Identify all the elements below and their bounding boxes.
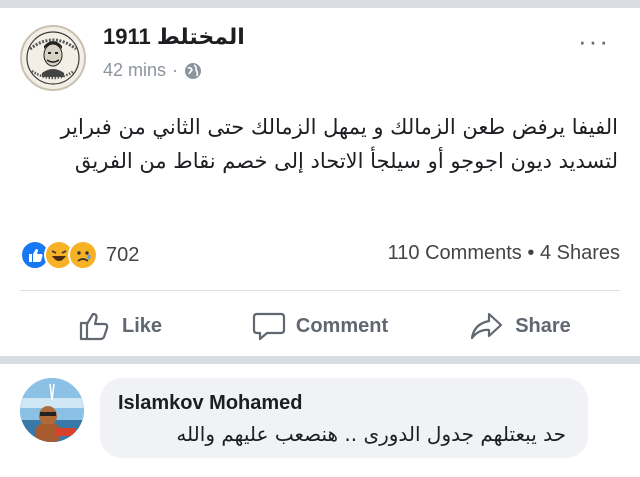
- comment-bubble: Islamkov Mohamed حد يبعتلهم جدول الدورى …: [100, 378, 588, 458]
- post-meta: 42 mins ·: [103, 60, 202, 81]
- share-arrow-icon: [471, 312, 503, 340]
- commenter-avatar[interactable]: [20, 378, 84, 442]
- globe-icon: [185, 62, 202, 79]
- post-time[interactable]: 42 mins: [103, 60, 166, 81]
- more-horizontal-icon: ···: [578, 26, 610, 56]
- post-text: الفيفا يرفض طعن الزمالك و يمهل الزمالك ح…: [60, 115, 618, 173]
- comments-separator: [0, 356, 640, 364]
- shares-count[interactable]: 4 Shares: [540, 242, 620, 264]
- share-button[interactable]: Share: [420, 298, 620, 354]
- reaction-count: 702: [106, 243, 140, 266]
- comment-icon: [252, 312, 285, 341]
- page-name[interactable]: المختلط 1911: [103, 24, 245, 50]
- like-button[interactable]: Like: [20, 298, 220, 354]
- post-stats: 702 110 Comments • 4 Shares: [20, 236, 620, 272]
- profile-photo-icon: [20, 378, 84, 442]
- top-separator: [0, 0, 640, 8]
- page-avatar[interactable]: [20, 25, 86, 91]
- counts-separator: •: [527, 242, 535, 264]
- engagement-counts: 110 Comments • 4 Shares: [388, 242, 620, 265]
- meta-dot: ·: [172, 60, 179, 80]
- actions-divider: [20, 290, 620, 291]
- comments-count[interactable]: 110 Comments: [388, 242, 522, 264]
- comment-button[interactable]: Comment: [220, 298, 420, 354]
- comment-label: Comment: [295, 314, 389, 337]
- reactions-summary[interactable]: 702: [20, 240, 139, 270]
- more-options-button[interactable]: ···: [578, 26, 610, 57]
- thumbs-up-icon: [79, 312, 109, 341]
- share-label: Share: [515, 314, 571, 337]
- sad-reaction-icon: [68, 240, 98, 270]
- comment-text: حد يبعتلهم جدول الدورى .. هنصعب عليهم وا…: [176, 422, 566, 446]
- comment-author[interactable]: Islamkov Mohamed: [118, 392, 303, 415]
- like-label: Like: [121, 314, 163, 337]
- post-actions: Like Comment Share: [20, 298, 620, 354]
- page-logo-icon: [23, 28, 83, 88]
